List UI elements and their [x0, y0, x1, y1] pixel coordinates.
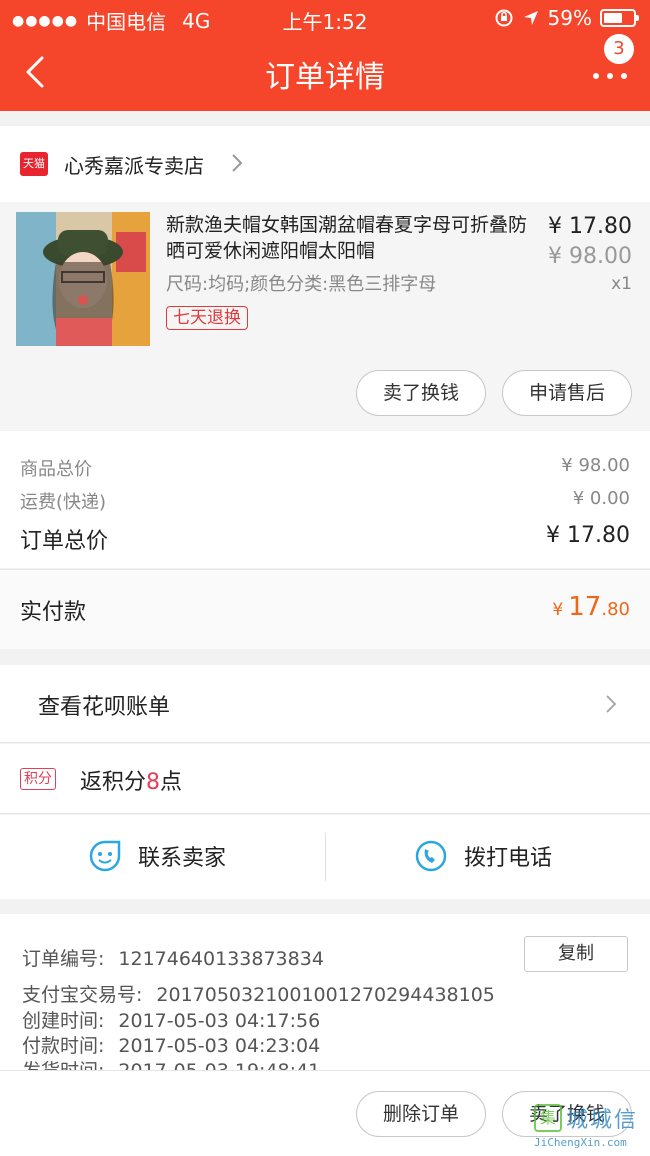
shipped-time-label: 发货时间:	[22, 1060, 104, 1070]
top-bar: ●●●●● 中国电信 4G 上午1:52 59% 订单详情 3	[0, 0, 650, 111]
created-time-label: 创建时间:	[22, 1010, 105, 1032]
points-row: 积分 返积分8点	[0, 744, 650, 814]
watermark-logo: 集	[534, 1104, 562, 1132]
return-policy-tag: 七天退换	[166, 306, 248, 330]
location-arrow-icon	[523, 11, 538, 25]
delete-order-button[interactable]: 删除订单	[356, 1091, 486, 1137]
phone-icon	[415, 840, 447, 872]
points-tag: 积分	[20, 768, 56, 790]
shipped-time-value: 2017-05-03 19:48:41	[118, 1060, 320, 1070]
shipping-value: ¥ 0.00	[572, 488, 630, 509]
order-number-value: 12174640133873834	[118, 948, 324, 970]
huabei-bill-label: 查看花呗账单	[38, 695, 171, 720]
battery-percent: 59%	[547, 6, 592, 30]
shop-name[interactable]: 心秀嘉派专卖店	[64, 150, 204, 179]
points-text: 返积分8点	[80, 764, 182, 796]
watermark: 集 城城信 JiChengXin.com	[534, 1102, 646, 1154]
contact-bar: 联系卖家 拨打电话	[0, 815, 650, 899]
sell-for-cash-button[interactable]: 卖了换钱	[356, 370, 486, 416]
amount-paid-label: 实付款	[20, 600, 87, 625]
chat-face-icon	[89, 840, 121, 872]
rotation-lock-icon	[495, 9, 513, 27]
chevron-right-icon	[606, 695, 617, 713]
watermark-url: JiChengXin.com	[534, 1136, 627, 1149]
status-bar: ●●●●● 中国电信 4G 上午1:52 59%	[0, 0, 650, 36]
chevron-right-icon	[232, 154, 243, 172]
goods-total-value: ¥ 98.00	[561, 455, 630, 476]
call-button[interactable]: 拨打电话	[414, 839, 552, 873]
alipay-trade-value: 2017050321001001270294438105	[156, 984, 495, 1006]
page-title: 订单详情	[265, 60, 385, 95]
product-image[interactable]	[16, 212, 150, 346]
contact-seller-button[interactable]: 联系卖家	[88, 839, 226, 873]
paid-time-label: 付款时间:	[22, 1035, 105, 1057]
shop-row[interactable]: 天猫 心秀嘉派专卖店	[0, 126, 650, 202]
huabei-bill-row[interactable]: 查看花呗账单	[0, 665, 650, 743]
call-label: 拨打电话	[464, 846, 553, 871]
amount-paid-value: ¥ 17.80	[552, 592, 630, 622]
battery-icon	[600, 9, 639, 27]
price-summary: 商品总价 ¥ 98.00 运费(快递) ¥ 0.00 订单总价 ¥ 17.80	[0, 431, 650, 568]
amount-paid-currency: ¥	[552, 600, 564, 620]
watermark-text: 城城信	[566, 1108, 639, 1133]
notification-badge: 3	[604, 34, 634, 64]
shipping-label: 运费(快递)	[20, 492, 107, 513]
created-time-value: 2017-05-03 04:17:56	[118, 1010, 321, 1032]
product-card[interactable]: 新款渔夫帽女韩国潮盆帽春夏字母可折叠防晒可爱休闲遮阳帽太阳帽 ¥ 17.80 ¥…	[0, 202, 650, 430]
product-original-price: ¥ 98.00	[548, 244, 632, 269]
product-sku: 尺码:均码;颜色分类:黑色三排字母	[166, 274, 437, 295]
nav-bar: 订单详情 3	[0, 34, 650, 111]
amount-paid-row: 实付款 ¥ 17.80	[0, 569, 650, 649]
amount-paid-integer: 17	[568, 592, 602, 622]
amount-paid-decimal: .80	[601, 599, 630, 620]
order-info: 订单编号: 12174640133873834 复制 支付宝交易号: 2017050…	[0, 914, 650, 1070]
contact-seller-label: 联系卖家	[138, 846, 227, 871]
order-number-label: 订单编号:	[22, 948, 105, 970]
after-sales-button[interactable]: 申请售后	[502, 370, 632, 416]
product-quantity: x1	[611, 274, 632, 294]
copy-button[interactable]: 复制	[524, 936, 628, 972]
alipay-trade-label: 支付宝交易号:	[22, 984, 143, 1006]
paid-time-value: 2017-05-03 04:23:04	[118, 1035, 321, 1057]
product-title[interactable]: 新款渔夫帽女韩国潮盆帽春夏字母可折叠防晒可爱休闲遮阳帽太阳帽	[166, 212, 536, 264]
product-price: ¥ 17.80	[548, 214, 632, 239]
points-number: 8	[146, 770, 161, 795]
divider	[325, 833, 326, 881]
more-menu-icon[interactable]	[590, 64, 630, 84]
order-total-value: ¥ 17.80	[546, 523, 630, 548]
points-suffix: 点	[160, 770, 183, 795]
points-prefix: 返积分	[80, 770, 147, 795]
goods-total-label: 商品总价	[20, 459, 92, 480]
tmall-logo: 天猫	[20, 152, 48, 176]
order-total-label: 订单总价	[20, 529, 109, 554]
